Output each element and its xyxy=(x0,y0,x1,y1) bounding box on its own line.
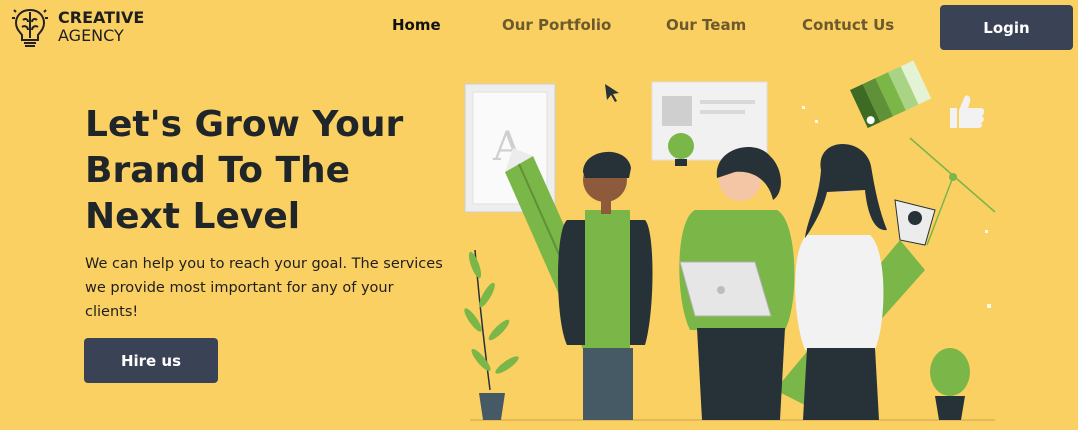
cactus-icon xyxy=(930,348,970,420)
brand-name-line2: AGENCY xyxy=(58,26,124,45)
brain-bulb-icon xyxy=(12,8,48,47)
headline-line-2: Brand To The xyxy=(85,150,351,191)
pen-tool-icon xyxy=(894,137,996,246)
nav-our-portfolio[interactable]: Our Portfolio xyxy=(502,16,611,34)
cursor-icon xyxy=(605,84,619,102)
plant-icon xyxy=(464,249,519,420)
brand-logo[interactable]: CREATIVE AGENCY xyxy=(10,4,144,50)
laptop-icon xyxy=(679,261,772,317)
hero-subtitle: We can help you to reach your goal. The … xyxy=(85,256,443,320)
light-bulb-icon xyxy=(668,133,694,166)
person-woman-laptop xyxy=(679,147,795,420)
nav-our-team[interactable]: Our Team xyxy=(666,16,746,34)
person-woman-pen xyxy=(795,143,887,420)
team-illustration: A xyxy=(464,60,996,421)
person-man xyxy=(558,151,653,420)
nav-home[interactable]: Home xyxy=(392,16,441,34)
headline-line-1: Let's Grow Your xyxy=(85,104,404,145)
hero-headline: Let's Grow Your Brand To The Next Level xyxy=(85,102,445,240)
login-button[interactable]: Login xyxy=(940,5,1073,50)
nav-contact-us[interactable]: Contuct Us xyxy=(802,16,894,34)
thumbs-up-icon xyxy=(950,95,985,128)
hire-us-button[interactable]: Hire us xyxy=(84,338,218,383)
headline-line-3: Next Level xyxy=(85,196,301,237)
brand-name-line1: CREATIVE xyxy=(58,8,145,27)
color-swatch-icon xyxy=(850,60,932,129)
